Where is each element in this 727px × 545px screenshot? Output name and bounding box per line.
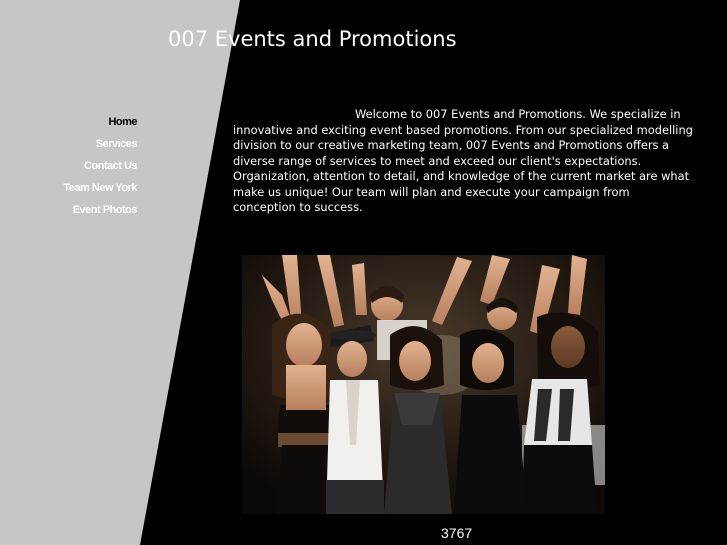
intro-paragraph: Welcome to 007 Events and Promotions. We… (233, 107, 693, 214)
nav-item-event-photos: Event Photos (40, 200, 138, 222)
nav-link-event-photos[interactable]: Event Photos (73, 204, 138, 216)
main-nav: Home Services Contact Us Team New York E… (40, 112, 137, 222)
nav-item-services: Services (40, 134, 138, 156)
nav-link-services[interactable]: Services (96, 138, 138, 150)
nav-link-team-new-york[interactable]: Team New York (63, 182, 137, 194)
nav-item-home: Home (40, 112, 137, 134)
visitor-counter: 3767 (441, 525, 473, 541)
party-photo-illustration (242, 255, 605, 514)
nav-link-home[interactable]: Home (108, 116, 137, 128)
party-photo (242, 255, 605, 514)
nav-link-contact-us[interactable]: Contact Us (84, 160, 138, 172)
nav-item-contact-us: Contact Us (40, 156, 138, 178)
nav-item-team-new-york: Team New York (40, 178, 137, 200)
site-title: 007 Events and Promotions (168, 27, 457, 51)
